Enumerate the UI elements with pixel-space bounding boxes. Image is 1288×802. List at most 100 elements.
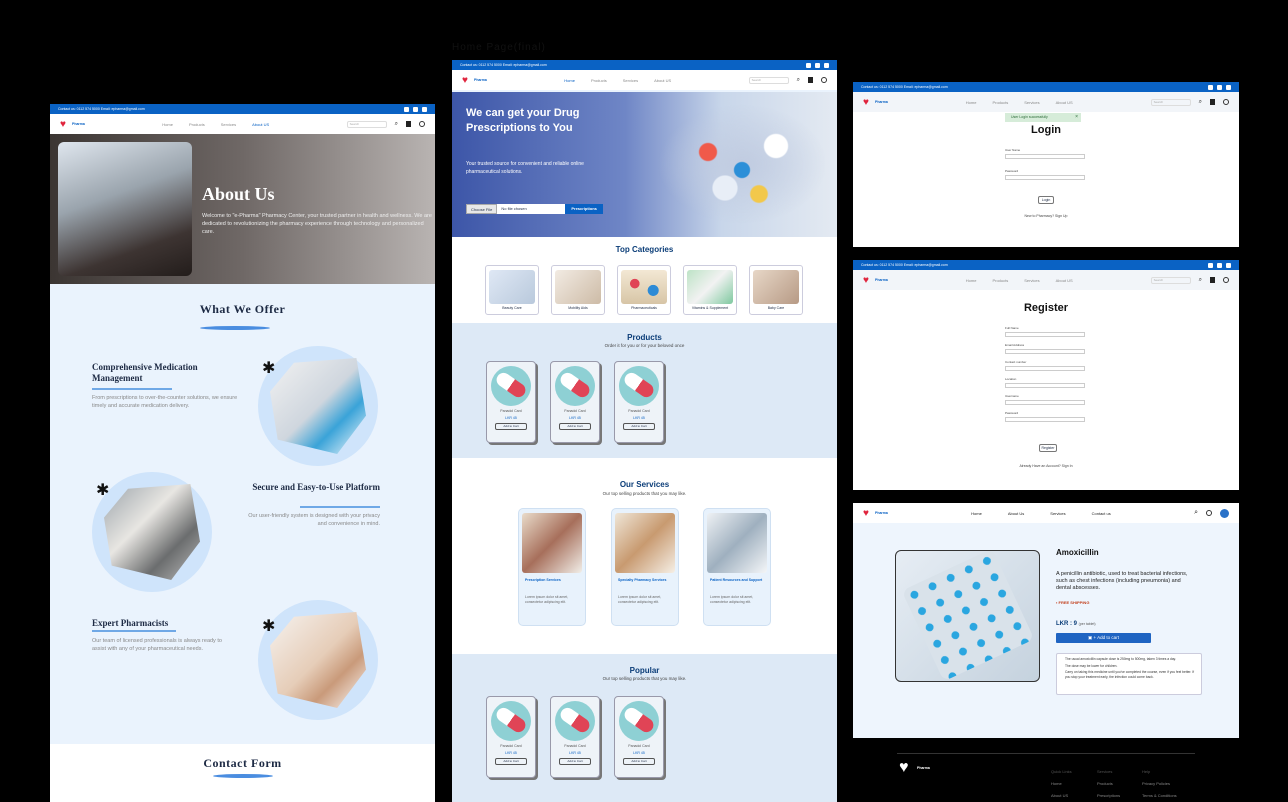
nav-services[interactable]: Services [1024, 278, 1039, 283]
logo[interactable]: ♥ Pharma [60, 119, 85, 129]
whatsapp-icon[interactable] [1226, 262, 1231, 268]
logo[interactable]: ♥ Pharma [863, 508, 888, 518]
whatsapp-icon[interactable] [824, 62, 829, 68]
category-card[interactable]: Mobility Aids [551, 265, 605, 315]
product-card[interactable]: Panadol Card LKR 45 Add to Cart [550, 361, 600, 443]
facebook-icon[interactable] [1208, 262, 1213, 268]
category-card[interactable]: Vitamins & Supplement [683, 265, 737, 315]
footer-link[interactable]: About US [1051, 790, 1072, 802]
register-button[interactable]: Register [1039, 444, 1057, 452]
product-card[interactable]: Panadol Card LKR 45 Add to Cart [486, 696, 536, 778]
add-to-cart-button[interactable]: Add to Cart [559, 758, 591, 765]
footer-logo[interactable]: ♥ Pharma [899, 760, 930, 776]
footer-link[interactable]: Home [1051, 778, 1072, 790]
cart-icon[interactable] [406, 121, 411, 127]
signup-link[interactable]: New to Pharmacy? Sign Up [853, 214, 1239, 218]
user-icon[interactable] [1205, 510, 1212, 516]
nav-about[interactable]: About US [1056, 278, 1073, 283]
password-field[interactable]: Password [1005, 169, 1239, 180]
logo[interactable]: ♥ Pharma [462, 75, 487, 85]
nav-contact[interactable]: Contact us [1092, 511, 1111, 516]
product-card[interactable]: Panadol Card LKR 45 Add to Cart [486, 361, 536, 443]
contact-field[interactable]: Contact number [1005, 360, 1239, 371]
service-card[interactable]: Prescription Services Lorem ipsum dolor s… [518, 508, 586, 626]
choose-file-button[interactable]: Choose File [466, 204, 498, 214]
search-input[interactable]: Search [346, 120, 387, 128]
search-icon[interactable]: ⌕ [797, 77, 800, 84]
nav-products[interactable]: Products [992, 278, 1008, 283]
user-icon[interactable] [1223, 99, 1229, 105]
add-to-cart-button[interactable]: Add to Cart [559, 423, 591, 430]
nav-services[interactable]: Services [1050, 511, 1065, 516]
login-button[interactable]: Login [1038, 196, 1054, 204]
nav-services[interactable]: Services [221, 122, 236, 127]
nav-home[interactable]: Home [564, 78, 575, 83]
product-card[interactable]: Panadol Card LKR 45 Add to Cart [550, 696, 600, 778]
user-icon[interactable] [1223, 277, 1229, 283]
category-card[interactable]: Pharmaceuticals [617, 265, 671, 315]
nav-about[interactable]: About US [1056, 100, 1073, 105]
footer-link[interactable]: Products [1097, 778, 1120, 790]
whatsapp-icon[interactable] [422, 106, 427, 112]
facebook-icon[interactable] [404, 106, 409, 112]
search-icon[interactable]: ⌕ [395, 121, 398, 128]
nav-about[interactable]: About US [252, 122, 269, 127]
avatar[interactable] [1219, 508, 1229, 518]
username-field[interactable]: User Name [1005, 148, 1239, 159]
mail-icon[interactable] [1217, 84, 1222, 90]
footer-link[interactable]: Prescriptions [1097, 790, 1120, 802]
cart-icon[interactable] [808, 77, 813, 83]
nav-home[interactable]: Home [971, 511, 982, 516]
search-icon[interactable]: ⌕ [1194, 509, 1198, 517]
nav-about[interactable]: About US [654, 78, 671, 83]
close-icon[interactable]: × [1075, 113, 1078, 122]
mail-icon[interactable] [1217, 262, 1222, 268]
password-field[interactable]: Password [1005, 411, 1239, 422]
offer-title-1: Comprehensive Medication Management [92, 362, 198, 383]
nav-products[interactable]: Products [189, 122, 205, 127]
logo[interactable]: ♥ Pharma [863, 97, 888, 107]
nav-products[interactable]: Products [591, 78, 607, 83]
nav-home[interactable]: Home [966, 278, 977, 283]
location-field[interactable]: Location [1005, 377, 1239, 388]
search-input[interactable]: Search [748, 76, 789, 84]
prescriptions-button[interactable]: Prescriptions [565, 204, 603, 214]
signin-link[interactable]: Already Have an Account? Sign In [853, 464, 1239, 468]
service-card[interactable]: Patient Resources and Support Lorem ipsum… [703, 508, 771, 626]
product-card[interactable]: Panadol Card LKR 45 Add to Cart [614, 696, 664, 778]
nav-products[interactable]: Products [992, 100, 1008, 105]
username-field[interactable]: Username [1005, 394, 1239, 405]
nav-services[interactable]: Services [623, 78, 638, 83]
nav-about[interactable]: About Us [1008, 511, 1024, 516]
service-card[interactable]: Specialty Pharmacy Services Lorem ipsum d… [611, 508, 679, 626]
user-icon[interactable] [419, 121, 425, 127]
footer-link[interactable]: Terms & Conditions [1142, 790, 1177, 802]
footer-link[interactable]: Privacy Policies [1142, 778, 1177, 790]
facebook-icon[interactable] [806, 62, 811, 68]
search-icon[interactable]: ⌕ [1199, 277, 1202, 284]
mail-icon[interactable] [815, 62, 820, 68]
add-to-cart-button[interactable]: ▣ + Add to cart [1056, 633, 1151, 643]
search-input[interactable]: Search [1150, 98, 1191, 106]
user-icon[interactable] [821, 77, 827, 83]
product-card[interactable]: Panadol Card LKR 45 Add to Cart [614, 361, 664, 443]
cart-icon[interactable] [1210, 99, 1215, 105]
email-field[interactable]: Email Address [1005, 343, 1239, 354]
category-card[interactable]: Beauty Care [485, 265, 539, 315]
facebook-icon[interactable] [1208, 84, 1213, 90]
add-to-cart-button[interactable]: Add to Cart [495, 758, 527, 765]
whatsapp-icon[interactable] [1226, 84, 1231, 90]
search-icon[interactable]: ⌕ [1199, 99, 1202, 106]
add-to-cart-button[interactable]: Add to Cart [623, 423, 655, 430]
search-input[interactable]: Search [1150, 276, 1191, 284]
nav-home[interactable]: Home [162, 122, 173, 127]
category-card[interactable]: Baby Care [749, 265, 803, 315]
add-to-cart-button[interactable]: Add to Cart [495, 423, 527, 430]
nav-home[interactable]: Home [966, 100, 977, 105]
mail-icon[interactable] [413, 106, 418, 112]
add-to-cart-button[interactable]: Add to Cart [623, 758, 655, 765]
cart-icon[interactable] [1210, 277, 1215, 283]
fullname-field[interactable]: Full Name [1005, 326, 1239, 337]
logo[interactable]: ♥ Pharma [863, 275, 888, 285]
nav-services[interactable]: Services [1024, 100, 1039, 105]
